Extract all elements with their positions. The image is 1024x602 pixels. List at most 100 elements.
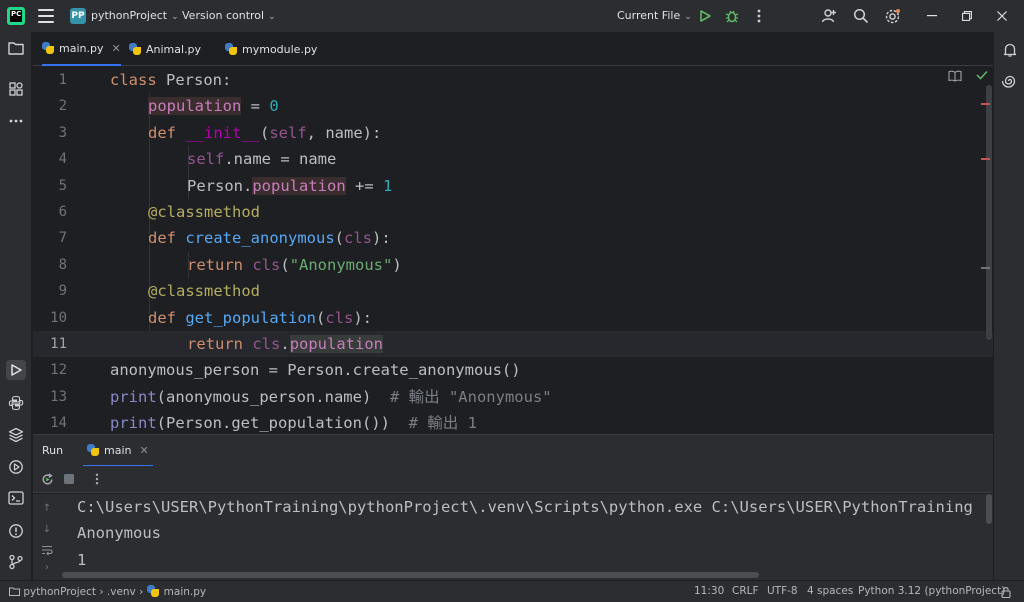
main-menu-icon[interactable] — [38, 9, 54, 23]
pycharm-logo-icon[interactable]: PC — [7, 7, 25, 25]
editor-vertical-scrollbar[interactable] — [986, 85, 992, 340]
code-line[interactable]: 6 @classmethod — [33, 199, 993, 225]
search-icon[interactable] — [851, 6, 871, 26]
code-line[interactable]: 7 def create_anonymous(cls): — [33, 225, 993, 251]
console-line: C:\Users\USER\PythonTraining\pythonProje… — [77, 498, 973, 516]
console-vertical-scrollbar[interactable] — [986, 494, 992, 524]
line-number: 9 — [58, 283, 67, 300]
notifications-bell-icon[interactable] — [1000, 40, 1020, 60]
line-number: 14 — [50, 415, 67, 432]
title-bar: PC PP pythonProject ⌄ Version control ⌄ Cu… — [0, 0, 1024, 32]
breadcrumb-venv[interactable]: .venv — [107, 586, 136, 598]
code-text: print(anonymous_person.name) # 輸出 "Anony… — [110, 387, 552, 406]
warning-marker[interactable] — [981, 103, 990, 105]
console-line: Anonymous — [77, 524, 161, 543]
expand-chevron-right-icon[interactable]: › — [40, 560, 54, 574]
line-number: 12 — [50, 362, 67, 379]
structure-icon[interactable] — [6, 79, 26, 99]
more-run-actions-icon[interactable] — [89, 471, 105, 487]
close-window-button[interactable] — [992, 6, 1012, 26]
code-text: Person.population += 1 — [187, 176, 393, 195]
more-actions-icon[interactable] — [749, 6, 769, 26]
ai-assistant-spiral-icon[interactable] — [1000, 71, 1020, 91]
debug-icon[interactable] — [722, 6, 742, 26]
code-editor[interactable]: 1 class Person: 2 population = 0 3 def _… — [33, 67, 993, 433]
rerun-icon[interactable] — [39, 471, 55, 487]
run-configuration-selector[interactable]: Current File ⌄ — [617, 9, 692, 22]
minimize-window-button[interactable] — [922, 6, 942, 26]
line-ending-selector[interactable]: CRLF — [732, 585, 759, 597]
no-problems-check-icon[interactable] — [976, 69, 988, 83]
project-name: pythonProject — [91, 9, 168, 22]
tab-main-py[interactable]: main.py ✕ — [42, 32, 121, 66]
breadcrumb-file[interactable]: main.py — [164, 586, 206, 598]
line-number: 8 — [58, 256, 67, 273]
close-tab-icon[interactable]: ✕ — [139, 444, 148, 457]
scroll-up-arrow-icon[interactable]: ↑ — [40, 501, 54, 515]
indent-selector[interactable]: 4 spaces — [807, 585, 853, 597]
run-tool-window-icon[interactable] — [6, 360, 26, 380]
code-line[interactable]: 9 @classmethod — [33, 278, 993, 304]
code-text: return cls("Anonymous") — [187, 255, 402, 274]
code-line[interactable]: 5 Person.population += 1 — [33, 173, 993, 199]
right-tool-window-bar — [993, 32, 1024, 580]
code-line[interactable]: 14 print(Person.get_population()) # 輸出 1 — [33, 410, 993, 433]
run-tab-main[interactable]: main ✕ — [83, 435, 153, 467]
interpreter-selector[interactable]: Python 3.12 (pythonProject) — [858, 585, 1005, 597]
soft-wrap-icon[interactable] — [40, 543, 54, 557]
python-file-icon — [87, 444, 99, 456]
python-packages-icon[interactable] — [6, 425, 26, 445]
version-control-label: Version control — [182, 9, 265, 22]
add-user-icon[interactable] — [819, 6, 839, 26]
warning-marker[interactable] — [981, 158, 990, 160]
console-horizontal-scrollbar[interactable] — [62, 572, 759, 578]
caret-position[interactable]: 11:30 — [694, 585, 724, 597]
code-line-current[interactable]: 11 return cls.population — [33, 331, 993, 358]
status-bar: pythonProject › .venv › main.py 11:30 CR… — [0, 580, 1024, 602]
project-folder-icon[interactable] — [6, 38, 26, 58]
line-number: 5 — [58, 177, 67, 194]
tab-mymodule-py[interactable]: mymodule.py — [225, 32, 317, 66]
version-control-icon[interactable] — [6, 552, 26, 572]
terminal-icon[interactable] — [6, 488, 26, 508]
project-badge[interactable]: PP — [70, 8, 86, 24]
python-console-icon[interactable] — [6, 393, 26, 413]
services-icon[interactable] — [6, 457, 26, 477]
code-line[interactable]: 2 population = 0 — [33, 93, 993, 119]
scroll-down-arrow-icon[interactable]: ↓ — [40, 522, 54, 536]
run-icon[interactable] — [695, 6, 715, 26]
code-text: anonymous_person = Person.create_anonymo… — [110, 361, 521, 380]
code-line[interactable]: 8 return cls("Anonymous") — [33, 252, 993, 278]
settings-gear-icon[interactable] — [882, 6, 902, 26]
code-text: @classmethod — [148, 203, 260, 221]
stop-icon[interactable] — [61, 471, 77, 487]
lock-icon[interactable] — [1001, 586, 1011, 601]
breadcrumb-project[interactable]: pythonProject — [23, 586, 96, 598]
console-line: 1 — [77, 550, 87, 569]
code-line[interactable]: 4 self.name = name — [33, 146, 993, 172]
problems-icon[interactable] — [6, 521, 26, 541]
code-text: def create_anonymous(cls): — [148, 229, 391, 248]
code-line[interactable]: 12 anonymous_person = Person.create_anon… — [33, 357, 993, 383]
tab-animal-py[interactable]: Animal.py — [129, 32, 201, 66]
run-console-output[interactable]: C:\Users\USER\PythonTraining\pythonProje… — [62, 494, 993, 580]
info-marker[interactable] — [981, 267, 990, 269]
code-text: def __init__(self, name): — [148, 123, 382, 142]
python-file-icon — [225, 43, 237, 55]
tab-label: mymodule.py — [242, 42, 318, 56]
encoding-selector[interactable]: UTF-8 — [767, 585, 798, 597]
breadcrumb-separator-icon: › — [139, 586, 144, 598]
reader-mode-book-icon[interactable] — [948, 70, 962, 85]
console-gutter: ↑ ↓ › — [33, 494, 62, 580]
version-control-menu[interactable]: Version control ⌄ — [182, 9, 276, 22]
breadcrumb: pythonProject › .venv › main.py — [9, 585, 206, 598]
code-line[interactable]: 10 def get_population(cls): — [33, 305, 993, 331]
code-line[interactable]: 3 def __init__(self, name): — [33, 120, 993, 146]
close-tab-icon[interactable]: ✕ — [111, 42, 120, 55]
maximize-window-button[interactable] — [957, 6, 977, 26]
code-line[interactable]: 13 print(anonymous_person.name) # 輸出 "An… — [33, 384, 993, 410]
more-tool-windows-icon[interactable] — [6, 111, 26, 131]
run-panel-title: Run — [42, 444, 64, 457]
code-line[interactable]: 1 class Person: — [33, 67, 993, 93]
project-selector[interactable]: pythonProject ⌄ — [91, 9, 179, 22]
